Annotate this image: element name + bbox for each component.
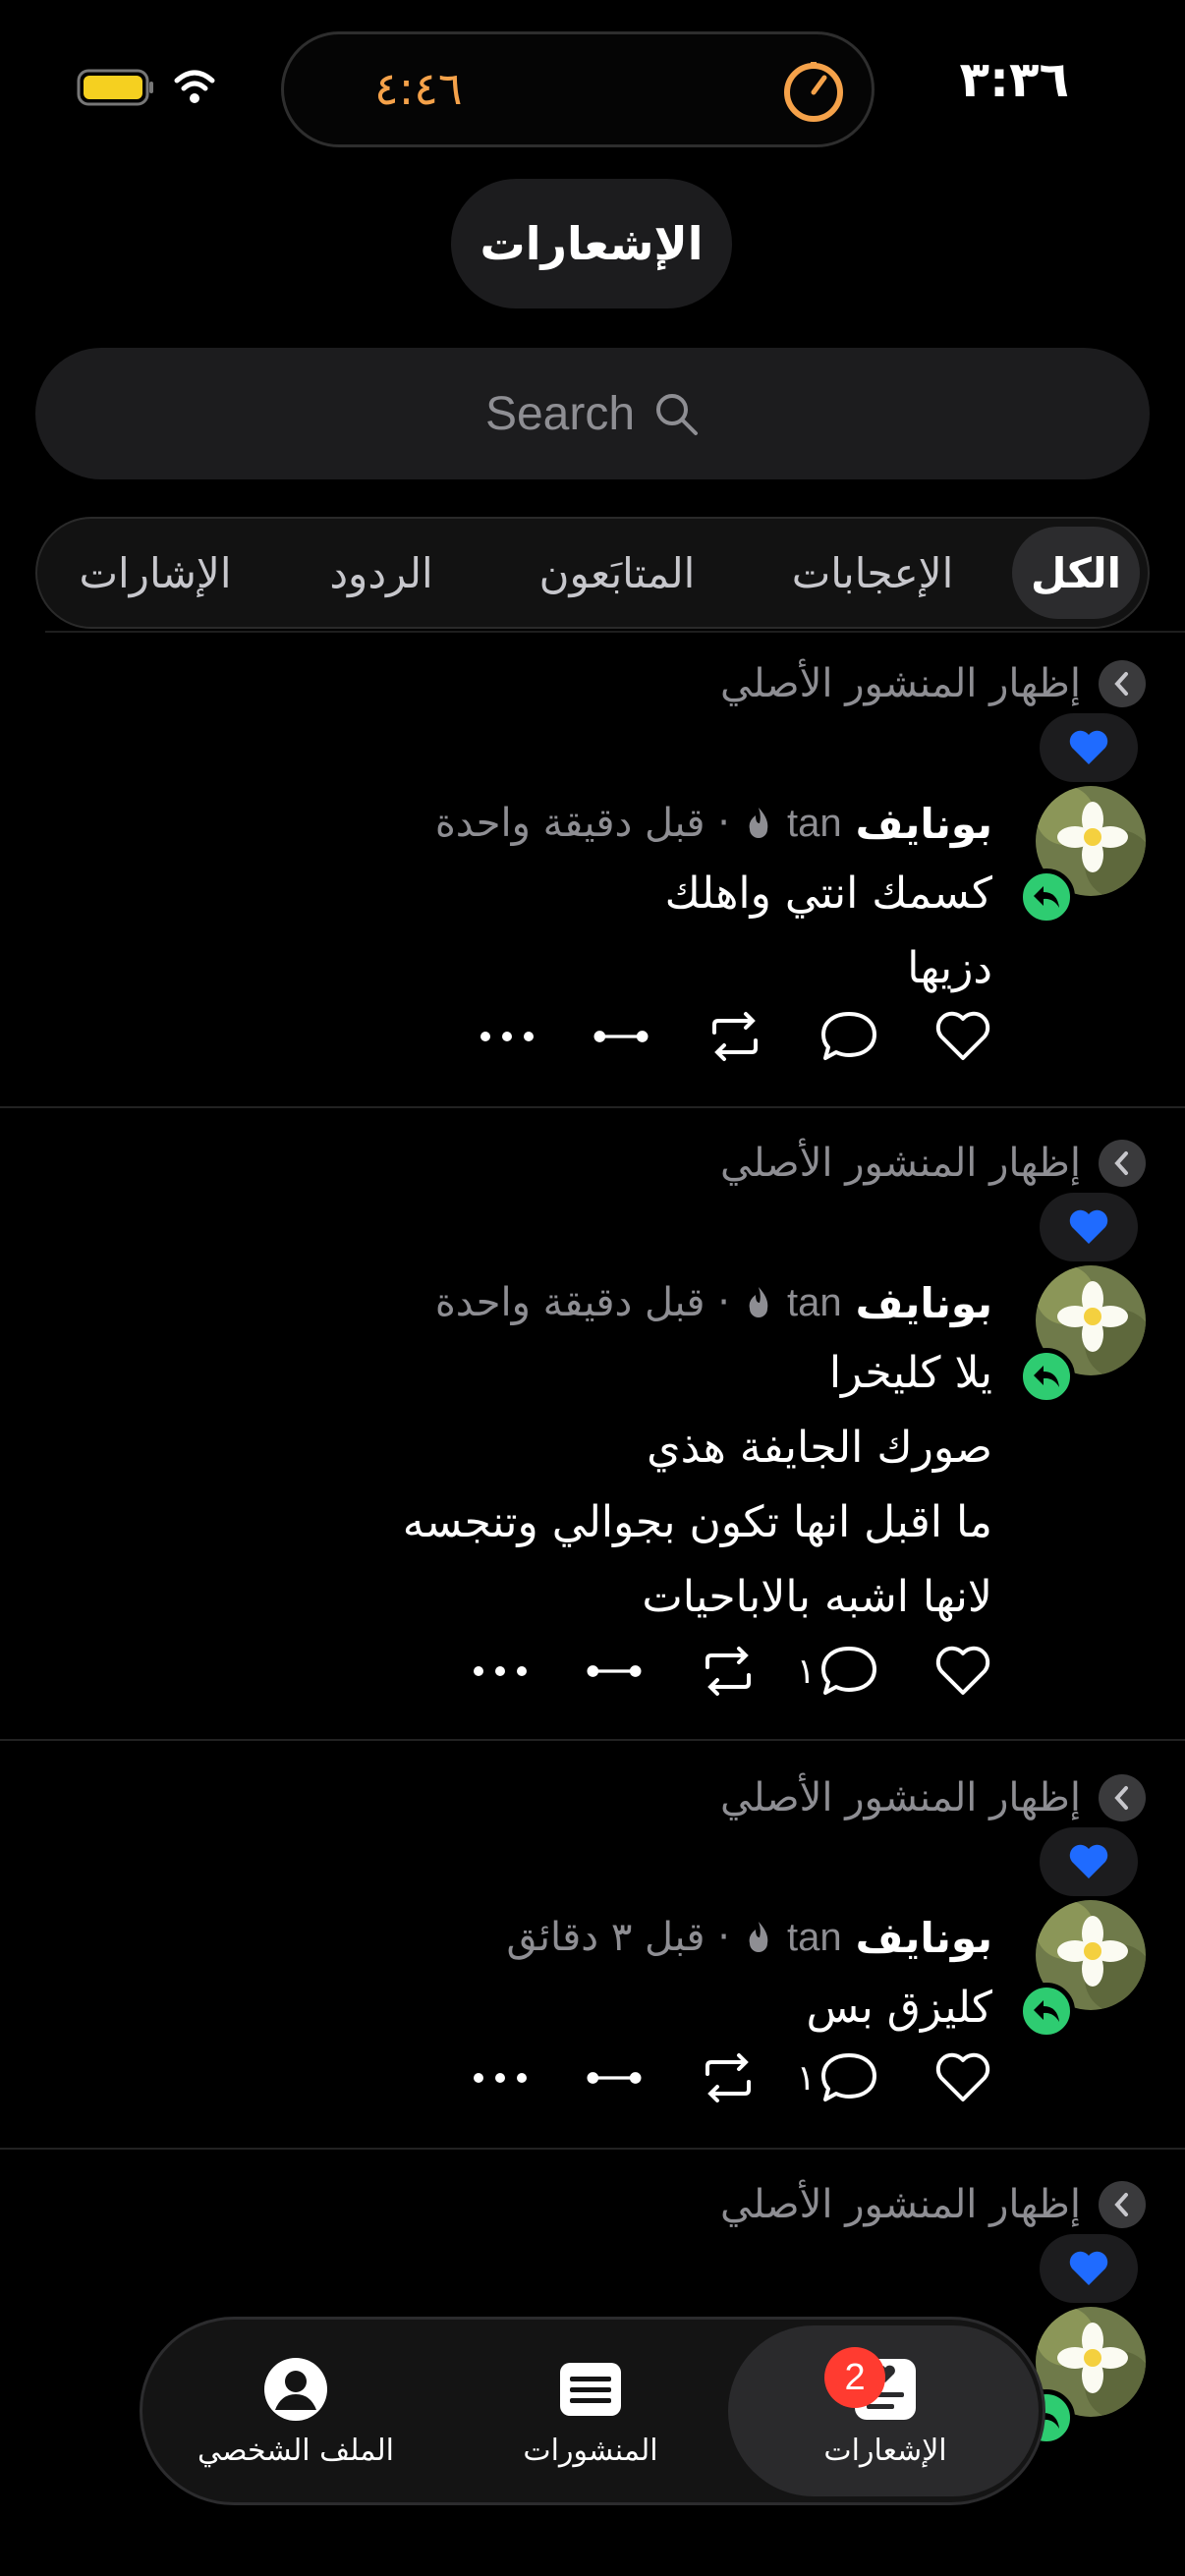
tab-following[interactable]: المتابَعون [499, 519, 735, 627]
divider [0, 2148, 1185, 2150]
show-original-label: إظهار المنشور الأصلي [720, 2182, 1081, 2227]
action-bar: ١ [471, 1637, 992, 1706]
show-original-post[interactable]: إظهار المنشور الأصلي [720, 654, 1146, 713]
reply-text: كسمك انتي واهلك دزيها [665, 857, 992, 1006]
share-link-icon[interactable] [585, 2048, 644, 2107]
like-heart-icon[interactable] [933, 2048, 992, 2107]
notification-header: بونايف tan · قبل دقيقة واحدة [435, 1273, 992, 1332]
dynamic-island[interactable]: ٤:٤٦ [281, 31, 875, 147]
status-time: ٣:٣٦ [959, 51, 1069, 108]
chevron-left-icon [1099, 2181, 1146, 2228]
text-line: ما اقبل انها تكون بجوالي وتنجسه [402, 1497, 992, 1547]
page-title[interactable]: الإشعارات [451, 179, 732, 308]
share-link-icon[interactable] [592, 1007, 650, 1066]
repost-icon[interactable] [705, 1007, 764, 1066]
flame-icon [749, 1922, 768, 1952]
notification-item[interactable]: إظهار المنشور الأصلي بونايف tan · قبل دق… [0, 1134, 1185, 1739]
text-line: صورك الجايفة هذي [647, 1423, 992, 1473]
nav-notifications-label: الإشعارات [823, 2433, 947, 2468]
tab-all[interactable]: الكل [1012, 527, 1140, 619]
flame-icon [749, 808, 768, 838]
more-options-icon[interactable] [471, 1642, 530, 1701]
username[interactable]: بونايف [856, 800, 992, 848]
timestamp: · قبل دقيقة واحدة [434, 1280, 730, 1325]
more-options-icon[interactable] [471, 2048, 530, 2107]
search-placeholder: Search [484, 387, 636, 440]
show-original-post[interactable]: إظهار المنشور الأصلي [720, 2175, 1146, 2234]
notification-item[interactable]: إظهار المنشور الأصلي بونايف tan · قبل دق… [0, 654, 1185, 1106]
comment-bubble-icon[interactable] [819, 1007, 878, 1066]
chevron-left-icon [1099, 660, 1146, 707]
username[interactable]: بونايف [856, 1914, 992, 1962]
text-line: كسمك انتي واهلك [664, 868, 992, 919]
profile-icon [264, 2357, 327, 2421]
notification-header: بونايف tan · قبل دقيقة واحدة [435, 794, 992, 853]
reply-text: كليزق بس [806, 1971, 992, 2045]
reply-arrow-icon [1018, 1983, 1075, 2040]
show-original-label: إظهار المنشور الأصلي [720, 1775, 1081, 1820]
reply-arrow-icon [1018, 868, 1075, 925]
search-bar[interactable]: Search [35, 348, 1150, 479]
timer-ring-icon [784, 62, 843, 122]
reply-text: يلا كليخرا صورك الجايفة هذي ما اقبل انها… [403, 1336, 992, 1635]
like-heart-icon[interactable] [933, 1642, 992, 1701]
text-line: لانها اشبه بالاباحيات [642, 1572, 992, 1622]
more-options-icon[interactable] [478, 1007, 536, 1066]
reply-count: ١ [796, 2057, 816, 2099]
repost-icon[interactable] [699, 2048, 758, 2107]
tab-mentions[interactable]: الإشارات [47, 519, 263, 627]
notification-badge: 2 [824, 2347, 885, 2408]
chevron-left-icon [1099, 1140, 1146, 1187]
like-heart-icon[interactable] [933, 1007, 992, 1066]
blue-heart-icon [1040, 2234, 1138, 2303]
nav-notifications[interactable]: الإشعارات 2 [758, 2320, 1013, 2502]
nav-profile[interactable]: الملف الشخصي [168, 2320, 423, 2502]
reply-count: ١ [796, 1651, 816, 1692]
text-line: دزيها [907, 943, 992, 993]
text-line: يلا كليخرا [828, 1348, 992, 1398]
handle: tan [786, 801, 842, 845]
comment-bubble-icon[interactable] [819, 1642, 878, 1701]
text-line: كليزق بس [806, 1983, 992, 2033]
nav-posts[interactable]: المنشورات [463, 2320, 718, 2502]
username[interactable]: بونايف [856, 1279, 992, 1327]
action-bar [478, 1002, 992, 1071]
posts-icon [560, 2362, 621, 2416]
show-original-label: إظهار المنشور الأصلي [720, 1141, 1081, 1186]
tab-likes[interactable]: الإعجابات [764, 519, 981, 627]
repost-icon[interactable] [699, 1642, 758, 1701]
divider [0, 1739, 1185, 1741]
flame-icon [749, 1287, 768, 1317]
divider [45, 631, 1185, 633]
blue-heart-icon [1040, 1193, 1138, 1261]
divider [0, 1106, 1185, 1108]
notification-item[interactable]: إظهار المنشور الأصلي بونايف tan · قبل ٣ … [0, 1768, 1185, 2148]
timestamp: · قبل دقيقة واحدة [434, 801, 730, 846]
blue-heart-icon [1040, 1827, 1138, 1896]
comment-bubble-icon[interactable] [819, 2048, 878, 2107]
timestamp: · قبل ٣ دقائق [506, 1915, 730, 1960]
nav-posts-label: المنشورات [523, 2433, 658, 2468]
show-original-label: إظهار المنشور الأصلي [720, 661, 1081, 706]
filter-tabs: الكل الإعجابات المتابَعون الردود الإشارا… [35, 517, 1150, 629]
handle: tan [786, 1280, 842, 1324]
notification-header: بونايف tan · قبل ٣ دقائق [507, 1908, 993, 1967]
share-link-icon[interactable] [585, 1642, 644, 1701]
blue-heart-icon [1040, 713, 1138, 782]
show-original-post[interactable]: إظهار المنشور الأصلي [720, 1768, 1146, 1827]
search-icon [656, 394, 699, 435]
handle: tan [786, 1915, 842, 1959]
chevron-left-icon [1099, 1774, 1146, 1821]
battery-icon [77, 69, 153, 106]
island-timer: ٤:٤٦ [374, 62, 463, 115]
show-original-post[interactable]: إظهار المنشور الأصلي [720, 1134, 1146, 1193]
action-bar: ١ [471, 2044, 992, 2112]
wifi-icon [174, 70, 215, 103]
tab-replies[interactable]: الردود [293, 519, 470, 627]
nav-profile-label: الملف الشخصي [198, 2433, 394, 2468]
reply-arrow-icon [1018, 1348, 1075, 1405]
bottom-tab-bar: الإشعارات 2 المنشورات الملف الشخصي [140, 2317, 1045, 2505]
